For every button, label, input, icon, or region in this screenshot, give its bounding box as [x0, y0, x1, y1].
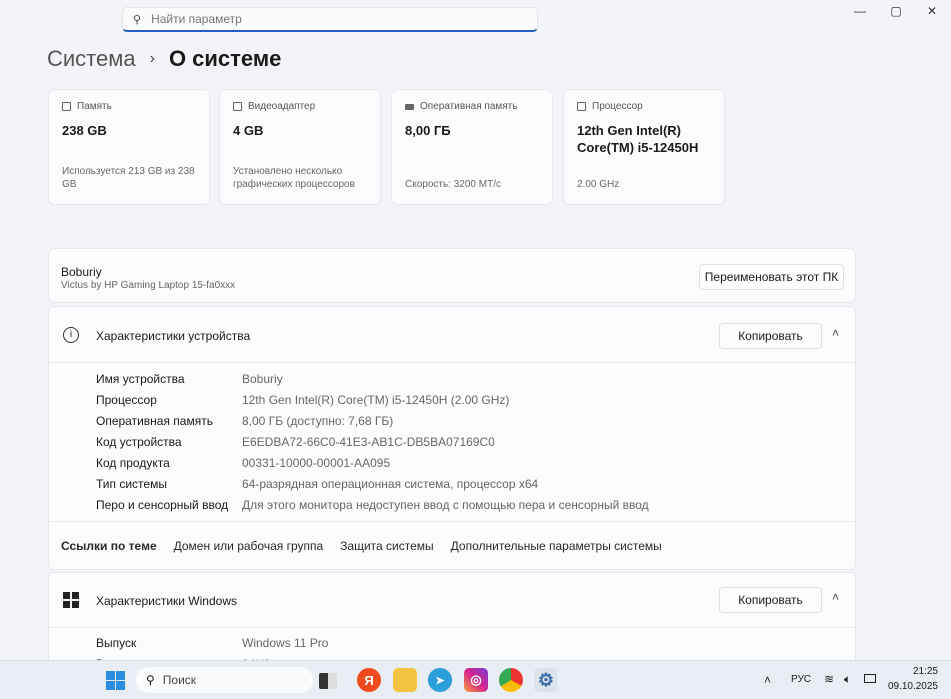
- gpu-icon: [233, 102, 242, 111]
- spec-row: Выпуск Windows 11 Pro: [96, 632, 328, 653]
- related-links-title: Ссылки по теме: [61, 539, 157, 553]
- copy-device-specs-button[interactable]: Копировать: [719, 323, 822, 349]
- breadcrumb: Система › О системе: [47, 46, 281, 72]
- tile-sub: 2.00 GHz: [577, 179, 620, 190]
- telegram-icon[interactable]: ➤: [428, 668, 452, 692]
- ram-icon: [405, 103, 414, 110]
- spec-row: Код устройства E6EDBA72-66C0-41E3-AB1C-DB…: [96, 431, 649, 452]
- spec-key: Код устройства: [96, 434, 182, 449]
- chevron-right-icon: ›: [149, 50, 155, 67]
- clock-time[interactable]: 21:25: [890, 666, 938, 677]
- rename-pc-button[interactable]: Переименовать этот ПК: [699, 264, 844, 290]
- device-specs-header[interactable]: i Характеристики устройства Копировать ˄: [49, 307, 855, 363]
- maximize-button[interactable]: ▢: [884, 4, 908, 22]
- spec-row: Код продукта 00331-10000-00001-AA095: [96, 452, 649, 473]
- yandex-browser-icon[interactable]: Я: [357, 668, 381, 692]
- device-specs-title: Характеристики устройства: [96, 329, 251, 343]
- spec-row: Тип системы 64-разрядная операционная сис…: [96, 473, 649, 494]
- info-icon: i: [63, 327, 79, 343]
- tile-cpu[interactable]: Процессор 12th Gen Intel(R) Core(TM) i5-…: [563, 89, 725, 205]
- spec-value: E6EDBA72-66C0-41E3-AB1C-DB5BA07169C0: [242, 434, 495, 449]
- cpu-icon: [577, 102, 586, 111]
- taskbar-search[interactable]: ⚲ Поиск: [136, 667, 313, 693]
- start-button[interactable]: [106, 671, 125, 690]
- spec-key: Имя устройства: [96, 371, 185, 386]
- battery-icon[interactable]: [864, 674, 876, 683]
- windows-specs-title: Характеристики Windows: [96, 594, 237, 608]
- tile-label: Процессор: [592, 101, 643, 112]
- tile-label: Оперативная память: [420, 101, 518, 112]
- link-system-protection[interactable]: Защита системы: [340, 539, 433, 553]
- spec-value: Для этого монитора недоступен ввод с пом…: [242, 497, 649, 512]
- file-explorer-icon[interactable]: [393, 668, 417, 692]
- spec-value: Windows 11 Pro: [242, 635, 329, 650]
- tile-sub: Установлено несколько графических процес…: [233, 166, 355, 190]
- spec-key: Выпуск: [96, 635, 137, 650]
- chrome-icon[interactable]: [499, 668, 523, 692]
- volume-icon[interactable]: 🔈︎: [844, 672, 851, 687]
- spec-key: Процессор: [96, 392, 157, 407]
- pc-name: Boburiy: [61, 265, 102, 279]
- spec-row: Оперативная память 8,00 ГБ (доступно: 7,6…: [96, 410, 649, 431]
- search-box[interactable]: ⚲: [122, 7, 538, 32]
- tile-storage[interactable]: Память 238 GB Используется 213 GB из 238…: [48, 89, 210, 205]
- spec-value: 12th Gen Intel(R) Core(TM) i5-12450H (2.…: [242, 392, 510, 407]
- device-specs-list: Имя устройства Boburiy Процессор 12th Gen …: [96, 368, 649, 515]
- taskbar-search-label: Поиск: [162, 673, 197, 687]
- spec-row: Перо и сенсорный ввод Для этого монитора …: [96, 494, 649, 515]
- chevron-up-icon[interactable]: ˄: [832, 590, 839, 604]
- spec-value: 8,00 ГБ (доступно: 7,68 ГБ): [242, 413, 394, 428]
- search-icon: ⚲: [133, 13, 142, 26]
- tile-label: Память: [77, 101, 112, 112]
- related-links: Ссылки по теме Домен или рабочая группа …: [49, 521, 855, 570]
- minimize-button[interactable]: —: [848, 4, 872, 22]
- copy-windows-specs-button[interactable]: Копировать: [719, 587, 822, 613]
- taskbar: ⚲ Поиск Я ➤ ◎ ⚙ ˄ РУС ≋ 🔈︎ 21:25 09.10.2…: [0, 660, 951, 699]
- chevron-up-icon[interactable]: ˄: [832, 326, 839, 340]
- tile-sub: Скорость: 3200 МТ/с: [405, 179, 501, 190]
- tile-value: 12th Gen Intel(R) Core(TM) i5-12450H: [577, 123, 699, 155]
- spec-key: Тип системы: [96, 476, 167, 491]
- spec-key: Код продукта: [96, 455, 170, 470]
- chevron-up-icon[interactable]: ˄: [764, 673, 771, 687]
- spec-row: Имя устройства Boburiy: [96, 368, 649, 389]
- spec-key: Перо и сенсорный ввод: [96, 497, 229, 512]
- tile-sub: Используется 213 GB из 238 GB: [62, 166, 195, 190]
- spec-key: Оперативная память: [96, 413, 213, 428]
- tile-value: 4 GB: [233, 123, 264, 138]
- clock-date[interactable]: 09.10.2025: [886, 681, 938, 692]
- tile-label: Видеоадаптер: [248, 101, 316, 112]
- instagram-icon[interactable]: ◎: [464, 668, 488, 692]
- wifi-icon[interactable]: ≋: [824, 672, 834, 686]
- link-advanced-system-settings[interactable]: Дополнительные параметры системы: [451, 539, 662, 553]
- language-indicator[interactable]: РУС: [791, 674, 811, 685]
- spec-value: 64-разрядная операционная система, проце…: [242, 476, 539, 491]
- storage-icon: [62, 102, 71, 111]
- search-icon: ⚲: [146, 673, 155, 687]
- spec-value: Boburiy: [242, 371, 283, 386]
- tile-value: 8,00 ГБ: [405, 123, 451, 138]
- pc-name-card: Boburiy Victus by HP Gaming Laptop 15-fa…: [48, 248, 856, 303]
- tile-value: 238 GB: [62, 123, 107, 138]
- tile-ram[interactable]: Оперативная память 8,00 ГБ Скорость: 320…: [391, 89, 553, 205]
- tile-gpu[interactable]: Видеоадаптер 4 GB Установлено несколько …: [219, 89, 381, 205]
- spec-value: 00331-10000-00001-AA095: [242, 455, 391, 470]
- windows-specs-header[interactable]: Характеристики Windows Копировать ˄: [49, 573, 855, 628]
- close-button[interactable]: ✕: [920, 4, 944, 22]
- spec-row: Процессор 12th Gen Intel(R) Core(TM) i5-1…: [96, 389, 649, 410]
- search-input[interactable]: [151, 12, 512, 26]
- windows-logo-icon: [63, 592, 79, 608]
- link-domain-workgroup[interactable]: Домен или рабочая группа: [174, 539, 324, 553]
- device-specs-section: i Характеристики устройства Копировать ˄…: [48, 306, 856, 570]
- breadcrumb-parent[interactable]: Система: [47, 46, 136, 72]
- task-view-icon[interactable]: [319, 673, 337, 689]
- settings-icon[interactable]: ⚙: [534, 668, 558, 692]
- pc-model: Victus by HP Gaming Laptop 15-fa0xxx: [61, 280, 236, 291]
- page-title: О системе: [168, 46, 282, 71]
